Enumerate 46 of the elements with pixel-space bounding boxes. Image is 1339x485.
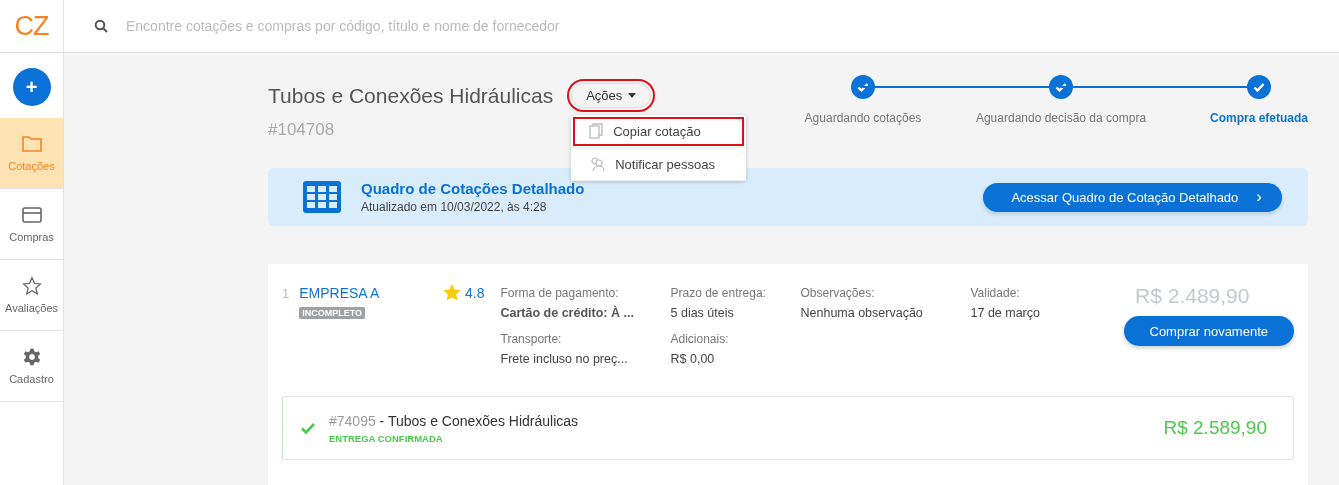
step-label: Aguardando cotações <box>804 111 922 125</box>
table-icon <box>303 181 341 213</box>
menu-item[interactable]: Notificar pessoas <box>571 148 747 181</box>
status-badge: INCOMPLETO <box>299 307 366 319</box>
logo: CZ <box>0 0 63 53</box>
field-value: Nenhuma observação <box>800 306 924 320</box>
field-label: Prazo de entrega: <box>670 286 767 300</box>
buy-again-button[interactable]: Comprar novamente <box>1123 316 1294 346</box>
rating-value: 4.8 <box>465 284 485 301</box>
offer-price: R$ 2.489,90 <box>1135 284 1250 308</box>
field-label: Forma de pagamento: <box>500 286 620 300</box>
delivery-status: ENTREGA CONFIRMADA <box>329 432 444 444</box>
field-value: R$ 0,00 <box>670 352 716 366</box>
search-icon <box>94 19 108 33</box>
step-label: Compra efetuada <box>1210 111 1308 125</box>
menu-item[interactable]: Copiar cotação <box>571 115 747 148</box>
card-icon <box>20 205 43 225</box>
purchase-price: R$ 2.589,90 <box>1163 417 1267 439</box>
field-label: Validade: <box>970 286 1021 300</box>
folder-icon <box>20 134 43 154</box>
supplier-link[interactable]: EMPRESA A <box>299 285 380 301</box>
field-label: Observações: <box>800 286 876 300</box>
field-value: 5 dias úteis <box>670 306 735 320</box>
field-value: Frete incluso no preç... <box>500 352 629 366</box>
sidebar-item[interactable]: Cadastro <box>0 331 63 402</box>
open-board-button[interactable]: Acessar Quadro de Cotação Detalhado › <box>983 182 1282 212</box>
field-label: Adicionais: <box>670 332 730 346</box>
caret-icon <box>628 93 637 98</box>
banner-subtitle: Atualizado em 10/03/2022, às 4:28 <box>361 200 548 214</box>
field-value: Cartão de crédito: À ... <box>500 306 635 320</box>
quote-number: #104708 <box>268 120 335 140</box>
step-label: Aguardando decisão da compra <box>975 111 1147 125</box>
copy-icon <box>589 123 604 139</box>
star-icon <box>443 284 462 301</box>
search-input[interactable]: Encontre cotações e compras por código, título e nome de fornecedor <box>124 17 728 35</box>
row-number: 1 <box>282 286 290 303</box>
banner-title: Quadro de Cotações Detalhado <box>361 180 586 197</box>
purchase-title: #74095 - Tubos e Conexões Hidráulicas <box>329 412 580 429</box>
sidebar-item[interactable]: Compras <box>0 189 63 260</box>
star-icon <box>20 276 43 296</box>
field-value: 17 de março <box>970 306 1041 320</box>
people-icon <box>589 156 606 172</box>
add-button[interactable]: + <box>12 68 51 106</box>
sidebar-item[interactable]: Avaliações <box>0 260 63 331</box>
quote-title: Tubos e Conexões Hidráulicas <box>268 83 554 108</box>
field-label: Transporte: <box>500 332 563 346</box>
